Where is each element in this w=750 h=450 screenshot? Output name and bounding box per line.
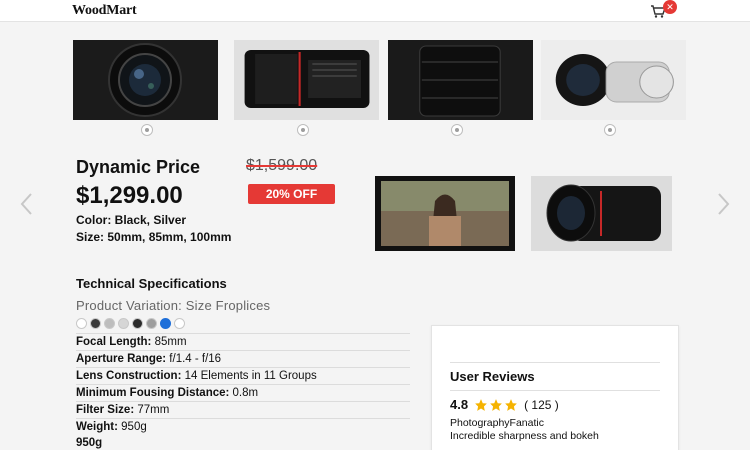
specs-heading: Technical Specifications (76, 276, 227, 291)
gallery-portrait[interactable] (375, 176, 515, 251)
current-price: $1,299.00 (76, 182, 183, 209)
swatch-1[interactable] (76, 318, 87, 329)
swatch-3[interactable] (104, 318, 115, 329)
spec-value: 85mm (151, 336, 187, 348)
discount-badge: 20% OFF (248, 184, 335, 204)
swatch-2[interactable] (90, 318, 101, 329)
spec-row-focusing-distance: Minimum Fousing Distance: 0.8m (76, 384, 410, 401)
cart-badge[interactable]: ✕ (663, 0, 677, 14)
reviews-divider (450, 390, 660, 391)
lens-pair-image (541, 40, 686, 120)
spec-value: 14 Elements in 11 Groups (181, 370, 317, 382)
review-count[interactable]: ( 125 ) (524, 398, 559, 412)
site-logo[interactable]: WoodMart (72, 3, 137, 19)
product-size: Size: 50mm, 85mm, 100mm (76, 230, 232, 244)
carousel-dot-2[interactable] (297, 124, 309, 136)
star-icon (505, 398, 517, 411)
top-bar: WoodMart ✕ (0, 0, 750, 22)
chevron-right-icon[interactable] (717, 192, 731, 216)
spec-row-extra: 950g (76, 437, 103, 449)
old-price: $1,599.00 (246, 157, 318, 174)
spec-value: 77mm (134, 404, 170, 416)
carousel-dot-1[interactable] (141, 124, 153, 136)
lens-front-image (73, 40, 218, 120)
spec-row-filter-size: Filter Size: 77mm (76, 401, 410, 418)
thumbnail-lens-side[interactable] (234, 40, 379, 120)
swatch-7[interactable] (160, 318, 171, 329)
review-text: Incredible sharpness and bokeh (450, 430, 599, 442)
swatch-group (76, 318, 185, 330)
carousel-dot-3[interactable] (451, 124, 463, 136)
thumbnail-lens-front[interactable] (73, 40, 218, 120)
spec-row-aperture: Aperture Range: f/1.4 - f/16 (76, 350, 410, 367)
swatch-8[interactable] (174, 318, 185, 329)
specs-table: Focal Length: 85mm Aperture Range: f/1.4… (76, 333, 410, 450)
portrait-image (375, 176, 515, 251)
rating-value: 4.8 (450, 397, 469, 412)
spec-label: Focal Length: (76, 336, 152, 348)
spec-row-construction: Lens Construction: 14 Elements in 11 Gro… (76, 367, 410, 384)
spec-value: 950g (117, 421, 147, 433)
reviews-divider-top (450, 362, 660, 363)
spec-value: f/1.4 - f/16 (166, 353, 222, 365)
gallery-lens[interactable] (531, 176, 672, 251)
reviews-card: User Reviews 4.8 ( 125 ) PhotographyFana… (431, 325, 679, 450)
chevron-left-icon[interactable] (19, 192, 33, 216)
reviews-title: User Reviews (450, 369, 535, 384)
swatch-5[interactable] (132, 318, 143, 329)
spec-label: Weight: (76, 421, 118, 433)
spec-label: Lens Construction: (76, 370, 182, 382)
rating-summary: 4.8 ( 125 ) (450, 397, 559, 412)
spec-value: 0.8m (229, 387, 259, 399)
carousel-dot-4[interactable] (604, 124, 616, 136)
lens-side-image (234, 40, 379, 120)
spec-row-weight: Weight: 950g (76, 418, 410, 435)
swatch-6[interactable] (146, 318, 157, 329)
star-icon (490, 398, 502, 411)
swatch-4[interactable] (118, 318, 129, 329)
thumbnail-lens-pair[interactable] (541, 40, 686, 120)
spec-label: Aperture Range: (76, 353, 167, 365)
lens-top-image (388, 40, 533, 120)
lens-gallery-image (531, 176, 672, 251)
product-color: Color: Black, Silver (76, 213, 187, 227)
spec-label: Filter Size: (76, 404, 135, 416)
variation-label: Product Variation: Size Froplices (76, 298, 271, 313)
star-icon (475, 398, 487, 411)
star-rating (474, 398, 518, 412)
product-title: Dynamic Price (76, 157, 201, 177)
spec-row-focal-length: Focal Length: 85mm (76, 333, 410, 350)
spec-label: Minimum Fousing Distance: (76, 387, 230, 399)
reviewer-name: PhotographyFanatic (450, 417, 544, 429)
thumbnail-lens-top[interactable] (388, 40, 533, 120)
